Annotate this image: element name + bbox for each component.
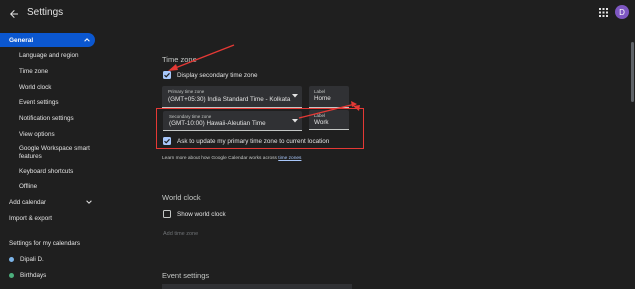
sidebar-item-notification-settings[interactable]: Notification settings — [19, 115, 99, 123]
primary-label-field[interactable]: Label Home — [309, 86, 349, 108]
field-caption: Label — [314, 89, 326, 94]
sidebar-item-add-calendar[interactable]: Add calendar — [9, 199, 99, 206]
sidebar-item-workspace-smart-features[interactable]: Google Workspace smart features — [19, 145, 99, 161]
sidebar-item-import-export[interactable]: Import & export — [9, 215, 99, 222]
sidebar-item-time-zone[interactable]: Time zone — [19, 68, 99, 76]
world-clock-title: World clock — [162, 193, 201, 202]
calendar-name: Birthdays — [20, 272, 47, 279]
sidebar-item-general[interactable]: General — [0, 33, 95, 47]
annotation-arrow-head — [351, 101, 357, 107]
top-bar: Settings D — [0, 0, 635, 28]
my-calendars-heading: Settings for my calendars — [9, 240, 81, 247]
calendar-color-dot — [9, 257, 14, 262]
calendar-color-dot — [9, 273, 14, 278]
sidebar-item-label: Add calendar — [9, 199, 47, 206]
learn-more-text: Learn more about how Google Calendar wor… — [162, 156, 301, 161]
calendar-item[interactable]: Dipali D. — [9, 256, 44, 263]
sidebar: General Language and region Time zone Wo… — [0, 30, 100, 289]
sidebar-item-offline[interactable]: Offline — [19, 183, 99, 191]
sidebar-item-world-clock[interactable]: World clock — [19, 84, 99, 92]
time-zone-title: Time zone — [162, 55, 197, 64]
page-title: Settings — [27, 7, 64, 18]
select-value: (GMT+05:30) India Standard Time - Kolkat… — [168, 96, 291, 103]
add-time-zone-button[interactable]: Add time zone — [163, 231, 198, 237]
event-settings-title: Event settings — [162, 271, 210, 280]
chevron-down-icon — [86, 200, 92, 204]
calendar-name: Dipali D. — [20, 256, 44, 263]
show-world-clock-checkbox[interactable] — [163, 210, 171, 218]
annotation-arrow-head — [168, 64, 178, 71]
highlight-box — [156, 108, 364, 149]
calendar-item[interactable]: Birthdays — [9, 272, 46, 279]
sidebar-item-keyboard-shortcuts[interactable]: Keyboard shortcuts — [19, 168, 99, 176]
dropdown-arrow-icon — [292, 94, 298, 98]
select-caption: Primary time zone — [168, 89, 205, 94]
display-secondary-checkbox[interactable] — [163, 71, 171, 79]
back-arrow-icon[interactable] — [8, 8, 20, 20]
learn-more-prefix: Learn more about how Google Calendar wor… — [162, 156, 277, 161]
chevron-up-icon — [84, 38, 90, 42]
primary-time-zone-select[interactable]: Primary time zone (GMT+05:30) India Stan… — [162, 86, 302, 108]
show-world-clock-label: Show world clock — [177, 211, 226, 218]
display-secondary-label: Display secondary time zone — [177, 72, 258, 79]
sidebar-item-label: General — [9, 36, 34, 44]
event-settings-field[interactable] — [162, 284, 352, 289]
avatar[interactable]: D — [615, 5, 629, 19]
sidebar-item-event-settings[interactable]: Event settings — [19, 99, 99, 107]
sidebar-item-language-region[interactable]: Language and region — [19, 52, 99, 60]
scrollbar[interactable] — [631, 42, 634, 102]
apps-grid-icon[interactable] — [599, 8, 608, 17]
sidebar-item-view-options[interactable]: View options — [19, 131, 99, 139]
field-value: Home — [314, 95, 331, 102]
time-zones-link[interactable]: time zones — [278, 156, 301, 161]
checkmark-icon — [164, 72, 170, 78]
